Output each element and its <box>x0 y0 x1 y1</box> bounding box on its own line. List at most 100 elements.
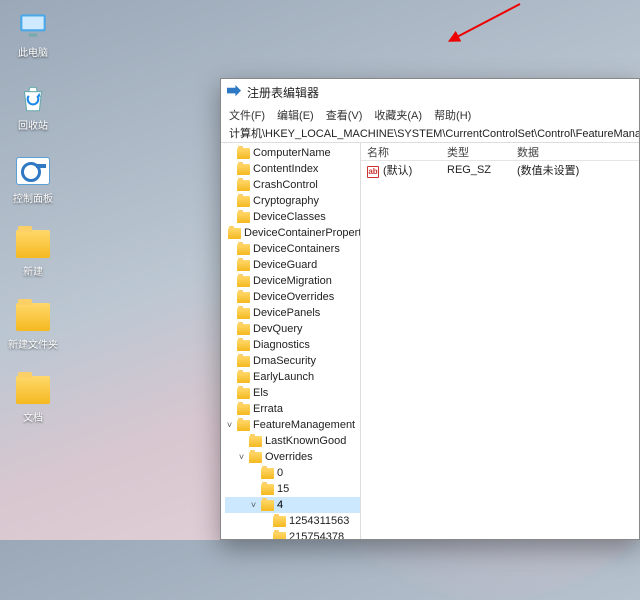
tree-item-label: DeviceGuard <box>253 259 317 271</box>
icon-label: 文档 <box>23 409 43 424</box>
folder-icon <box>261 484 274 495</box>
col-data[interactable]: 数据 <box>511 144 639 160</box>
menu-item[interactable]: 查看(V) <box>326 107 363 123</box>
tree-item-label: ContentIndex <box>253 163 318 175</box>
folder-icon <box>237 420 250 431</box>
tree-item-label: DevQuery <box>253 323 303 335</box>
icon-label: 控制面板 <box>13 190 53 205</box>
folder-icon <box>249 436 262 447</box>
tree-item-label: DevicePanels <box>253 307 320 319</box>
recycle-bin-icon <box>16 81 50 115</box>
menubar: 文件(F) 编辑(E) 查看(V) 收藏夹(A) 帮助(H) <box>221 105 639 125</box>
desktop-icon-recycle-bin[interactable]: 回收站 <box>8 81 58 132</box>
icon-label: 新建 <box>23 263 43 278</box>
registry-editor-window: 注册表编辑器 文件(F) 编辑(E) 查看(V) 收藏夹(A) 帮助(H) 计算机\HK… <box>220 78 640 540</box>
tree-item-label: DmaSecurity <box>253 355 316 367</box>
tree-item-label: Diagnostics <box>253 339 310 351</box>
panes: ComputerName ContentIndex CrashControl Cryp… <box>221 143 639 539</box>
window-title: 注册表编辑器 <box>247 84 319 101</box>
folder-icon <box>237 404 250 415</box>
menu-item[interactable]: 帮助(H) <box>434 107 471 123</box>
tree-item-label: 15 <box>277 483 289 495</box>
tree-pane[interactable]: ComputerName ContentIndex CrashControl Cryp… <box>221 143 361 539</box>
tree-item-label: LastKnownGood <box>265 435 346 447</box>
tree-item[interactable]: LastKnownGood <box>225 433 360 449</box>
tree-item[interactable]: DevicePanels <box>225 305 360 321</box>
tree-item[interactable]: ˅ FeatureManagement <box>225 417 360 433</box>
menu-item[interactable]: 文件(F) <box>229 107 265 123</box>
value-row[interactable]: ab(默认)REG_SZ(数值未设置) <box>361 161 639 179</box>
folder-icon <box>237 180 250 191</box>
tree-item-label: DeviceClasses <box>253 211 326 223</box>
col-name[interactable]: 名称 <box>361 144 441 160</box>
tree-item[interactable]: Els <box>225 385 360 401</box>
tree-item-label: 215754378 <box>289 531 344 539</box>
tree-item[interactable]: EarlyLaunch <box>225 369 360 385</box>
folder-icon <box>273 516 286 527</box>
folder-icon <box>237 276 250 287</box>
tree-item-label: FeatureManagement <box>253 419 355 431</box>
tree-item-label: 1254311563 <box>289 515 349 527</box>
address-bar[interactable]: 计算机\HKEY_LOCAL_MACHINE\SYSTEM\CurrentCon… <box>221 125 639 143</box>
folder-icon <box>237 340 250 351</box>
folder-icon <box>237 260 250 271</box>
tree-item-label: Overrides <box>265 451 313 463</box>
desktop-icon-folder-2[interactable]: 新建文件夹 <box>8 300 58 351</box>
tree-item[interactable]: 15 <box>225 481 360 497</box>
tree-item-label: DeviceMigration <box>253 275 332 287</box>
tree-item[interactable]: CrashControl <box>225 177 360 193</box>
col-type[interactable]: 类型 <box>441 144 511 160</box>
tree-item[interactable]: 1254311563 <box>225 513 360 529</box>
tree-item[interactable]: DeviceContainers <box>225 241 360 257</box>
menu-item[interactable]: 编辑(E) <box>277 107 314 123</box>
icon-label: 回收站 <box>18 117 48 132</box>
tree-item[interactable]: DeviceMigration <box>225 273 360 289</box>
tree-item[interactable]: 0 <box>225 465 360 481</box>
folder-icon <box>237 244 250 255</box>
tree-item-label: CrashControl <box>253 179 318 191</box>
icon-label: 新建文件夹 <box>8 336 58 351</box>
folder-icon <box>237 388 250 399</box>
icon-label: 此电脑 <box>18 44 48 59</box>
tree-item[interactable]: DeviceGuard <box>225 257 360 273</box>
tree-item[interactable]: Diagnostics <box>225 337 360 353</box>
tree-item[interactable]: Errata <box>225 401 360 417</box>
folder-icon <box>237 324 250 335</box>
folder-icon <box>228 228 241 239</box>
tree-item[interactable]: DeviceOverrides <box>225 289 360 305</box>
folder-icon <box>237 356 250 367</box>
tree-item[interactable]: ˅4 <box>225 497 360 513</box>
tree-item[interactable]: Cryptography <box>225 193 360 209</box>
values-pane[interactable]: 名称 类型 数据 ab(默认)REG_SZ(数值未设置) <box>361 143 639 539</box>
tree-item[interactable]: ContentIndex <box>225 161 360 177</box>
folder-2-icon <box>16 300 50 334</box>
desktop-icon-folder-3[interactable]: 文档 <box>8 373 58 424</box>
tree-item-label: Els <box>253 387 268 399</box>
tree-item[interactable]: ComputerName <box>225 145 360 161</box>
desktop-icons: 此电脑回收站控制面板新建新建文件夹文档 <box>8 8 58 424</box>
tree-item[interactable]: 215754378 <box>225 529 360 539</box>
folder-icon <box>237 292 250 303</box>
tree-item-label: DeviceOverrides <box>253 291 334 303</box>
folder-icon <box>249 452 262 463</box>
tree-item[interactable]: DmaSecurity <box>225 353 360 369</box>
twisty-icon[interactable]: ˅ <box>237 452 246 462</box>
tree-item-label: 0 <box>277 467 283 479</box>
tree-item-label: DeviceContainerPropertyUpda <box>244 227 361 239</box>
folder-icon <box>237 164 250 175</box>
menu-item[interactable]: 收藏夹(A) <box>374 107 422 123</box>
tree-item-label: ComputerName <box>253 147 331 159</box>
desktop-icon-this-pc[interactable]: 此电脑 <box>8 8 58 59</box>
tree-item[interactable]: DevQuery <box>225 321 360 337</box>
tree-item[interactable]: DeviceContainerPropertyUpda <box>225 225 360 241</box>
twisty-icon[interactable]: ˅ <box>249 500 258 510</box>
tree-item-label: EarlyLaunch <box>253 371 314 383</box>
folder-icon <box>261 500 274 511</box>
twisty-icon[interactable]: ˅ <box>225 420 234 430</box>
titlebar[interactable]: 注册表编辑器 <box>221 79 639 105</box>
tree-item[interactable]: DeviceClasses <box>225 209 360 225</box>
desktop-icon-folder-1[interactable]: 新建 <box>8 227 58 278</box>
tree-item[interactable]: ˅ Overrides <box>225 449 360 465</box>
folder-icon <box>237 212 250 223</box>
desktop-icon-control-panel[interactable]: 控制面板 <box>8 154 58 205</box>
